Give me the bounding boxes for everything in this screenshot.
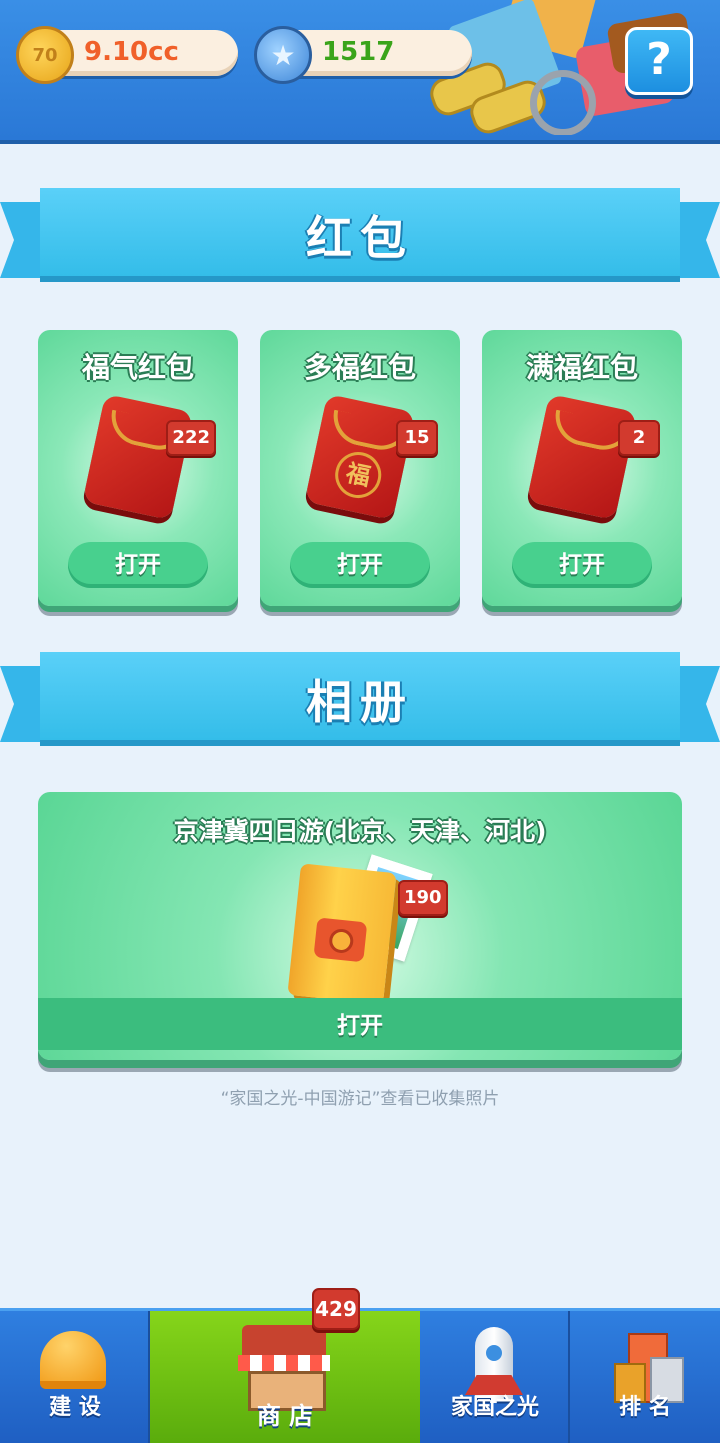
album-card[interactable]: 京津冀四日游(北京、天津、河北) 190 打开 [38, 792, 682, 1060]
coin-balance[interactable]: 70 9.10cc [16, 26, 238, 84]
photo-album-icon [287, 863, 397, 1005]
red-packet-card-fuqi: 福气红包 222 打开 [38, 330, 238, 606]
packet-name: 福气红包 [81, 351, 194, 384]
count-badge: 190 [398, 880, 448, 916]
coin-icon: 70 [16, 26, 74, 84]
red-packet-icon: 福 [304, 393, 416, 521]
red-packet-section-header: 红包 [0, 188, 720, 298]
star-icon: ★ [254, 26, 312, 84]
open-button[interactable]: 打开 [290, 542, 430, 588]
coin-value: 9.10cc [84, 37, 179, 67]
red-packet-card-manfu: 满福红包 2 打开 [482, 330, 682, 606]
camera-icon [313, 917, 368, 963]
section-title: 红包 [306, 211, 414, 265]
nav-ranking[interactable]: 排 名 [570, 1311, 720, 1443]
nav-label: 商 店 [256, 1402, 314, 1430]
helmet-icon [40, 1331, 106, 1389]
magnifier-icon [530, 70, 596, 135]
open-button[interactable]: 打开 [68, 542, 208, 588]
count-badge: 15 [396, 420, 438, 456]
help-button[interactable]: ? [625, 27, 693, 95]
top-bar: 70 9.10cc ★ 1517 ? [0, 0, 720, 144]
red-packet-icon [526, 393, 638, 521]
nav-label: 排 名 [619, 1395, 671, 1420]
count-badge: 2 [618, 420, 660, 456]
star-value: 1517 [322, 37, 395, 67]
shop-count-badge: 429 [312, 1288, 360, 1330]
nav-homeland-light[interactable]: 家国之光 [420, 1311, 570, 1443]
open-album-button[interactable]: 打开 [38, 1006, 682, 1040]
open-button[interactable]: 打开 [512, 542, 652, 588]
star-balance[interactable]: ★ 1517 [254, 26, 472, 84]
album-title: 京津冀四日游(北京、天津、河北) [173, 817, 547, 846]
section-title: 相册 [306, 675, 414, 729]
nav-shop[interactable]: 商 店 [150, 1311, 420, 1443]
album-hint: “家国之光-中国游记”查看已收集照片 [220, 1089, 500, 1109]
count-badge: 222 [166, 420, 216, 456]
red-packet-icon [82, 393, 194, 521]
nav-label: 家国之光 [450, 1395, 539, 1420]
shop-icon [238, 1325, 330, 1411]
bottom-nav: 建 设 商 店 家国之光 排 名 [0, 1308, 720, 1443]
packet-name: 多福红包 [303, 351, 416, 384]
red-packet-card-duofu: 多福红包 福 15 打开 [260, 330, 460, 606]
nav-build[interactable]: 建 设 [0, 1311, 150, 1443]
nav-label: 建 设 [49, 1395, 101, 1420]
album-section-header: 相册 [0, 652, 720, 762]
packet-name: 满福红包 [525, 351, 638, 384]
